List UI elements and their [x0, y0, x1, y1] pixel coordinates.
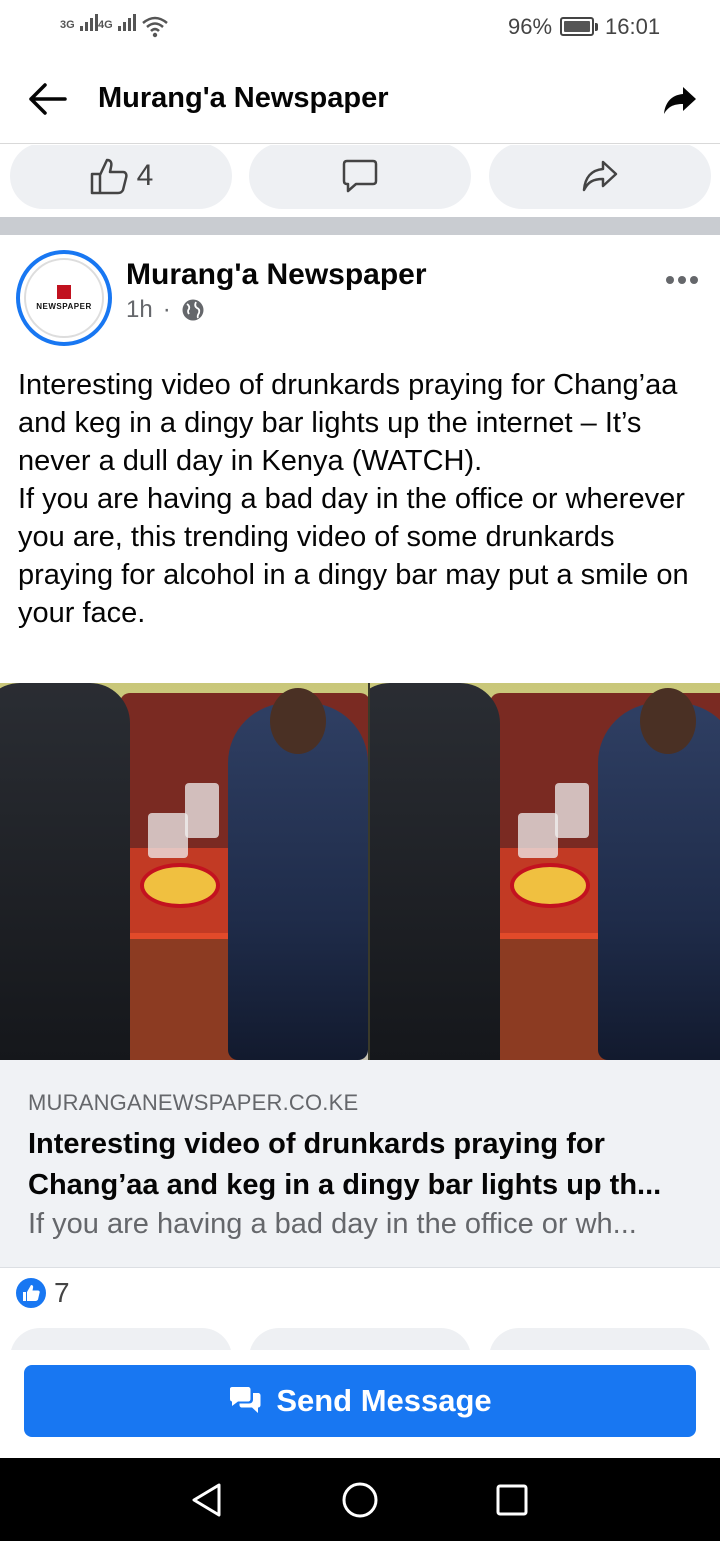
clock: 16:01: [605, 14, 661, 39]
send-message-label: Send Message: [276, 1383, 492, 1418]
link-title-line: Chang’aa and keg in a dingy bar lights u…: [28, 1169, 662, 1201]
logo-mark-icon: [57, 285, 71, 299]
signal-3g-label: 3G: [60, 19, 75, 31]
more-options-button[interactable]: [660, 262, 704, 298]
dot-icon: [678, 276, 686, 284]
post-image[interactable]: [0, 683, 720, 1060]
post-paragraph: If you are having a bad day in the offic…: [18, 483, 689, 629]
logo-text: NEWSPAPER: [36, 302, 92, 311]
signal-3g-icon: 3G: [60, 14, 98, 31]
page-title: Murang'a Newspaper: [98, 82, 389, 114]
link-title: Interesting video of drunkards praying f…: [28, 1124, 698, 1206]
send-message-bar: Send Message: [0, 1350, 720, 1458]
newspaper-logo: NEWSPAPER: [24, 258, 104, 338]
nav-home-button[interactable]: [338, 1478, 382, 1522]
reaction-summary[interactable]: 7: [14, 1276, 70, 1310]
link-description: If you are having a bad day in the offic…: [28, 1208, 637, 1240]
globe-icon: [182, 299, 204, 321]
wifi-icon: [141, 14, 169, 43]
arrow-left-icon: [29, 83, 67, 115]
nav-recents-button[interactable]: [490, 1478, 534, 1522]
post-paragraph: Interesting video of drunkards praying f…: [18, 369, 678, 477]
like-count: 4: [136, 159, 154, 192]
nav-back-button[interactable]: [184, 1478, 228, 1522]
send-message-button[interactable]: Send Message: [24, 1365, 696, 1437]
post-meta: 1h ·: [126, 296, 205, 324]
thumbs-up-icon: [90, 158, 128, 195]
link-title-line: Interesting video of drunkards praying f…: [28, 1128, 605, 1160]
triangle-back-icon: [192, 1483, 221, 1517]
feed-separator: [0, 217, 720, 235]
share-post-button[interactable]: [489, 145, 711, 209]
back-button[interactable]: [24, 78, 70, 120]
link-preview[interactable]: MURANGANEWSPAPER.CO.KE Interesting video…: [0, 1060, 720, 1268]
previous-post-actions: 4: [0, 145, 720, 217]
post-author[interactable]: Murang'a Newspaper: [126, 258, 427, 292]
comment-button[interactable]: [249, 1328, 471, 1350]
like-reaction-icon: [14, 1276, 48, 1310]
share-post-button[interactable]: [489, 1328, 711, 1350]
avatar[interactable]: NEWSPAPER: [16, 250, 112, 346]
meta-separator: ·: [162, 296, 171, 323]
share-button[interactable]: [658, 78, 702, 122]
comment-icon: [342, 159, 378, 193]
like-button[interactable]: [10, 1328, 232, 1350]
system-nav-bar: [0, 1458, 720, 1541]
dot-icon: [666, 276, 674, 284]
circle-home-icon: [342, 1482, 378, 1518]
signal-4g-label: 4G: [98, 19, 113, 31]
link-domain: MURANGANEWSPAPER.CO.KE: [28, 1090, 359, 1115]
share-icon: [582, 160, 618, 192]
comment-button[interactable]: [249, 145, 471, 209]
video-frame-left: [0, 683, 368, 1060]
battery-icon: [560, 17, 598, 36]
like-button[interactable]: 4: [10, 145, 232, 209]
messages-icon: [230, 1387, 261, 1413]
post-time[interactable]: 1h: [126, 296, 153, 324]
video-frame-right: [370, 683, 720, 1060]
signal-4g-icon: 4G: [98, 14, 136, 31]
battery-percent: 96%: [508, 14, 553, 39]
square-recents-icon: [496, 1484, 528, 1516]
status-bar: 3G 4G 96% 16:01: [0, 0, 720, 54]
app-header: Murang'a Newspaper: [0, 54, 720, 144]
post-actions: [0, 1328, 720, 1350]
reaction-count: 7: [54, 1277, 70, 1308]
dot-icon: [690, 276, 698, 284]
share-arrow-icon: [664, 87, 696, 114]
post-body: Interesting video of drunkards praying f…: [18, 366, 708, 632]
